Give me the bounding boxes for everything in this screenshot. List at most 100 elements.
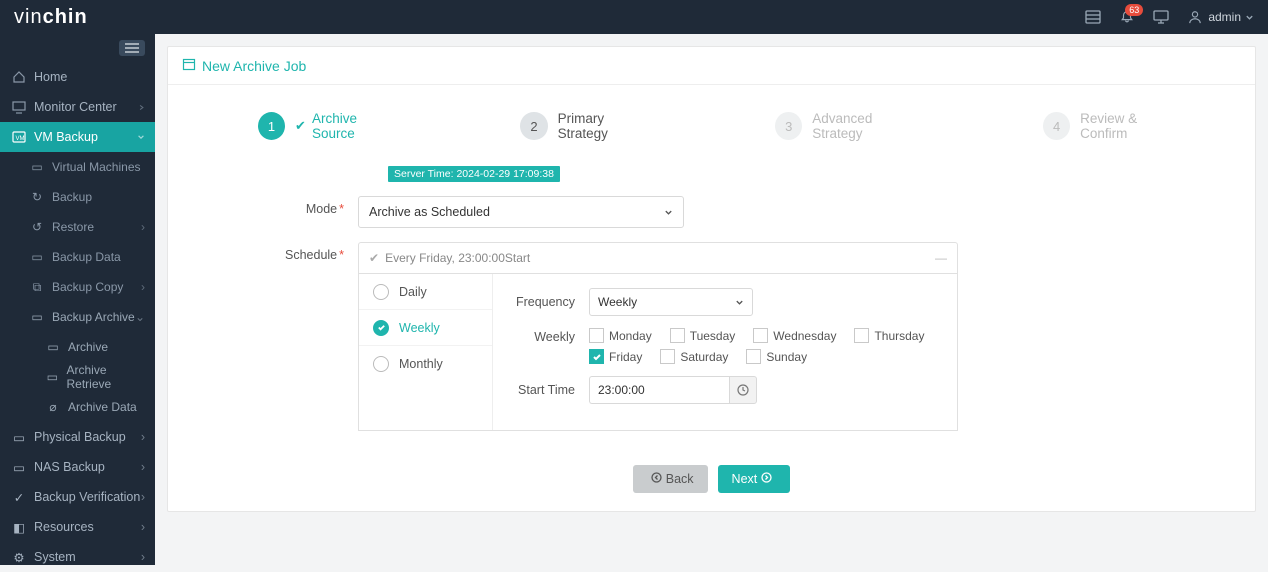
chevron-down-icon: ⌄ bbox=[135, 310, 145, 324]
nav-resources[interactable]: ◧Resources› bbox=[0, 512, 155, 542]
data-icon: ▭ bbox=[30, 250, 44, 264]
sidebar-toggle[interactable] bbox=[0, 34, 155, 62]
nav-label: Backup Archive bbox=[52, 310, 135, 324]
nav-label: Resources bbox=[34, 520, 94, 534]
day-thursday[interactable]: Thursday bbox=[854, 328, 924, 343]
checkbox-icon bbox=[753, 328, 768, 343]
step-review-confirm: 4 Review & Confirm bbox=[1043, 111, 1185, 141]
monitor-icon bbox=[12, 100, 26, 114]
interval-weekly[interactable]: Weekly bbox=[359, 310, 492, 346]
wizard-steps: 1 ✔ Archive Source 2 Primary Strategy 3 … bbox=[198, 105, 1225, 165]
step-number: 3 bbox=[775, 112, 802, 140]
nav-physical-backup[interactable]: ▭Physical Backup› bbox=[0, 422, 155, 452]
day-wednesday[interactable]: Wednesday bbox=[753, 328, 836, 343]
nav-backup-data[interactable]: ▭ Backup Data bbox=[0, 242, 155, 272]
nav-home[interactable]: Home bbox=[0, 62, 155, 92]
arrow-right-icon bbox=[761, 472, 772, 486]
radio-checked-icon bbox=[373, 320, 389, 336]
nav-monitor-center[interactable]: Monitor Center bbox=[0, 92, 155, 122]
chevron-down-icon bbox=[137, 130, 145, 144]
nav-archive-retrieve[interactable]: ▭Archive Retrieve bbox=[0, 362, 155, 392]
vm-icon: VM bbox=[12, 130, 26, 144]
checkbox-icon bbox=[746, 349, 761, 364]
radio-icon bbox=[373, 356, 389, 372]
brand-part2: chin bbox=[43, 6, 88, 28]
nav-archive-data[interactable]: ⌀Archive Data bbox=[0, 392, 155, 422]
radio-icon bbox=[373, 284, 389, 300]
nav-label: Backup Data bbox=[52, 250, 121, 264]
frequency-label: Frequency bbox=[509, 295, 589, 309]
svg-text:VM: VM bbox=[16, 136, 25, 142]
chevron-down-icon bbox=[735, 298, 744, 307]
arrow-left-icon bbox=[651, 472, 662, 486]
page-title: New Archive Job bbox=[168, 47, 1255, 85]
nav-label: Backup bbox=[52, 190, 92, 204]
day-label: Wednesday bbox=[773, 329, 836, 343]
panel: New Archive Job 1 ✔ Archive Source 2 Pri… bbox=[167, 46, 1256, 512]
checkbox-icon bbox=[660, 349, 675, 364]
day-friday[interactable]: Friday bbox=[589, 349, 642, 364]
mode-select[interactable]: Archive as Scheduled bbox=[358, 196, 684, 228]
day-monday[interactable]: Monday bbox=[589, 328, 652, 343]
nas-icon: ▭ bbox=[12, 460, 26, 474]
nav-label: VM Backup bbox=[34, 130, 98, 144]
time-picker-button[interactable] bbox=[729, 376, 757, 404]
frequency-select[interactable]: Weekly bbox=[589, 288, 753, 316]
page-title-text: New Archive Job bbox=[202, 58, 306, 74]
interval-daily[interactable]: Daily bbox=[359, 274, 492, 310]
nav-backup-archive[interactable]: ▭Backup Archive⌄ bbox=[0, 302, 155, 332]
day-saturday[interactable]: Saturday bbox=[660, 349, 728, 364]
home-icon bbox=[12, 70, 26, 84]
resources-icon: ◧ bbox=[12, 520, 26, 534]
step-advanced-strategy: 3 Advanced Strategy bbox=[775, 111, 923, 141]
nav-label: Home bbox=[34, 70, 67, 84]
nav-label: Backup Verification bbox=[34, 490, 140, 504]
day-sunday[interactable]: Sunday bbox=[746, 349, 807, 364]
nav-restore[interactable]: ↺Restore› bbox=[0, 212, 155, 242]
day-label: Thursday bbox=[874, 329, 924, 343]
nav-label: Archive Retrieve bbox=[66, 363, 145, 391]
nav-label: Archive bbox=[68, 340, 108, 354]
nav-backup[interactable]: ↻Backup bbox=[0, 182, 155, 212]
step-number: 2 bbox=[520, 112, 547, 140]
main: New Archive Job 1 ✔ Archive Source 2 Pri… bbox=[155, 34, 1268, 565]
user-menu[interactable]: admin bbox=[1187, 10, 1254, 24]
day-label: Friday bbox=[609, 350, 642, 364]
next-button[interactable]: Next bbox=[718, 465, 791, 493]
day-label: Monday bbox=[609, 329, 652, 343]
back-button[interactable]: Back bbox=[633, 465, 708, 493]
verify-icon: ✓ bbox=[12, 490, 26, 504]
mode-value: Archive as Scheduled bbox=[369, 205, 490, 219]
server-icon: ▭ bbox=[12, 430, 26, 444]
nav-vm-backup[interactable]: VM VM Backup bbox=[0, 122, 155, 152]
nav-nas-backup[interactable]: ▭ NAS Backup › bbox=[0, 452, 155, 482]
day-label: Saturday bbox=[680, 350, 728, 364]
brand-part1: vin bbox=[14, 6, 43, 28]
checkbox-checked-icon bbox=[589, 349, 604, 364]
schedule-summary-bar[interactable]: ✔Every Friday, 23:00:00Start — bbox=[358, 242, 958, 274]
day-tuesday[interactable]: Tuesday bbox=[670, 328, 736, 343]
box-icon: ▭ bbox=[46, 340, 60, 354]
nav-archive[interactable]: ▭ Archive bbox=[0, 332, 155, 362]
list-icon[interactable] bbox=[1085, 10, 1101, 24]
start-time-label: Start Time bbox=[509, 383, 589, 397]
nav-backup-copy[interactable]: ⧉Backup Copy› bbox=[0, 272, 155, 302]
collapse-icon[interactable]: — bbox=[935, 251, 947, 265]
nav-system[interactable]: ⚙System› bbox=[0, 542, 155, 572]
nav-backup-verification[interactable]: ✓Backup Verification› bbox=[0, 482, 155, 512]
chevron-icon: › bbox=[141, 460, 145, 474]
checkbox-icon bbox=[854, 328, 869, 343]
nav-virtual-machines[interactable]: ▭Virtual Machines bbox=[0, 152, 155, 182]
next-label: Next bbox=[732, 472, 758, 486]
nav-label: NAS Backup bbox=[34, 460, 105, 474]
chevron-icon bbox=[138, 100, 145, 114]
start-time-input[interactable]: 23:00:00 bbox=[589, 376, 729, 404]
step-archive-source[interactable]: 1 ✔ Archive Source bbox=[258, 111, 400, 141]
step-label: Advanced Strategy bbox=[812, 111, 923, 141]
back-label: Back bbox=[666, 472, 694, 486]
interval-list: Daily Weekly Monthly bbox=[359, 274, 493, 430]
step-number: 4 bbox=[1043, 112, 1070, 140]
notifications-icon[interactable]: 63 bbox=[1119, 10, 1135, 24]
monitor-icon[interactable] bbox=[1153, 10, 1169, 24]
interval-monthly[interactable]: Monthly bbox=[359, 346, 492, 382]
